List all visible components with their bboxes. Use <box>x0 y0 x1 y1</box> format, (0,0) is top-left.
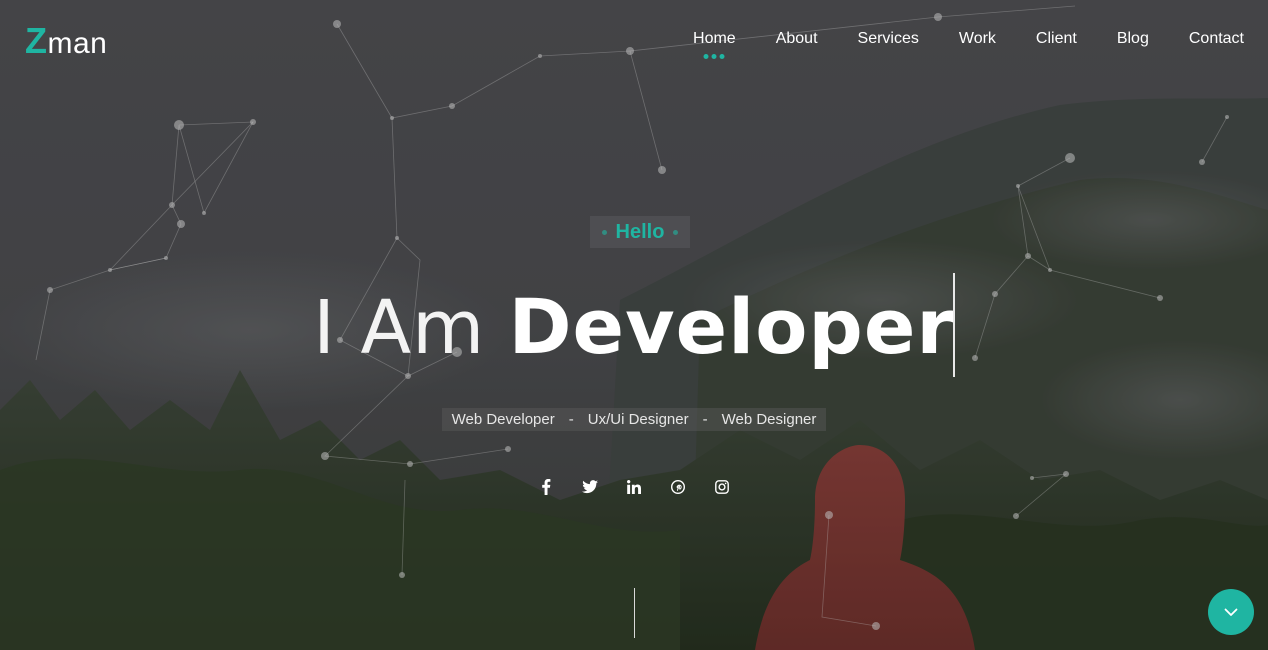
typing-cursor <box>953 273 955 377</box>
facebook-icon[interactable] <box>537 478 555 496</box>
nav-item-client[interactable]: Client <box>1036 30 1077 48</box>
main-nav: Home About Services Work Client Blog Con… <box>653 30 1244 59</box>
nav-item-label: Blog <box>1116 30 1149 47</box>
greeting-badge: Hello <box>590 216 690 248</box>
linkedin-icon[interactable] <box>625 478 643 496</box>
headline-bold: Developer <box>508 282 955 371</box>
nav-item-label: Client <box>1035 30 1077 47</box>
roles-box: Web Developer - Ux/Ui Designer - Web Des… <box>441 408 827 431</box>
nav-item-label: Home <box>693 30 736 47</box>
nav-item-work[interactable]: Work <box>959 30 996 48</box>
site-logo[interactable]: Z man <box>25 20 107 62</box>
logo-text: man <box>47 27 108 60</box>
role-separator: - <box>568 411 574 428</box>
role-separator: - <box>702 411 708 428</box>
chevron-down-icon <box>1224 608 1238 616</box>
active-indicator <box>703 54 725 59</box>
hero-section: Z man Home About Services Work Client Bl… <box>0 0 1268 650</box>
nav-item-label: Work <box>958 30 996 47</box>
nav-item-label: Contact <box>1188 30 1244 47</box>
roles-line: Web Developer - Ux/Ui Designer - Web Des… <box>0 408 1268 431</box>
headline-light: I Am <box>313 285 486 371</box>
site-header: Z man Home About Services Work Client Bl… <box>0 0 1268 80</box>
role-item: Web Designer <box>721 411 817 428</box>
greeting-dot-right <box>673 229 679 235</box>
twitter-icon[interactable] <box>581 478 599 496</box>
greeting-text: Hello <box>615 220 665 243</box>
scroll-down-button[interactable] <box>1208 589 1254 635</box>
nav-item-services[interactable]: Services <box>858 30 919 48</box>
nav-item-about[interactable]: About <box>776 30 818 48</box>
role-item: Web Developer <box>451 411 555 428</box>
logo-initial: Z <box>25 20 48 61</box>
instagram-icon[interactable] <box>713 478 731 496</box>
nav-item-home[interactable]: Home <box>693 30 736 59</box>
hero-headline: I Am Developer <box>0 276 1268 378</box>
nav-item-blog[interactable]: Blog <box>1117 30 1149 48</box>
pinterest-icon[interactable] <box>669 478 687 496</box>
nav-item-label: Services <box>857 30 919 47</box>
nav-item-contact[interactable]: Contact <box>1189 30 1244 48</box>
greeting-dot-left <box>601 229 607 235</box>
nav-item-label: About <box>775 30 818 47</box>
scroll-indicator-line <box>634 588 635 638</box>
role-item: Ux/Ui Designer <box>587 411 689 428</box>
social-links <box>0 478 1268 496</box>
